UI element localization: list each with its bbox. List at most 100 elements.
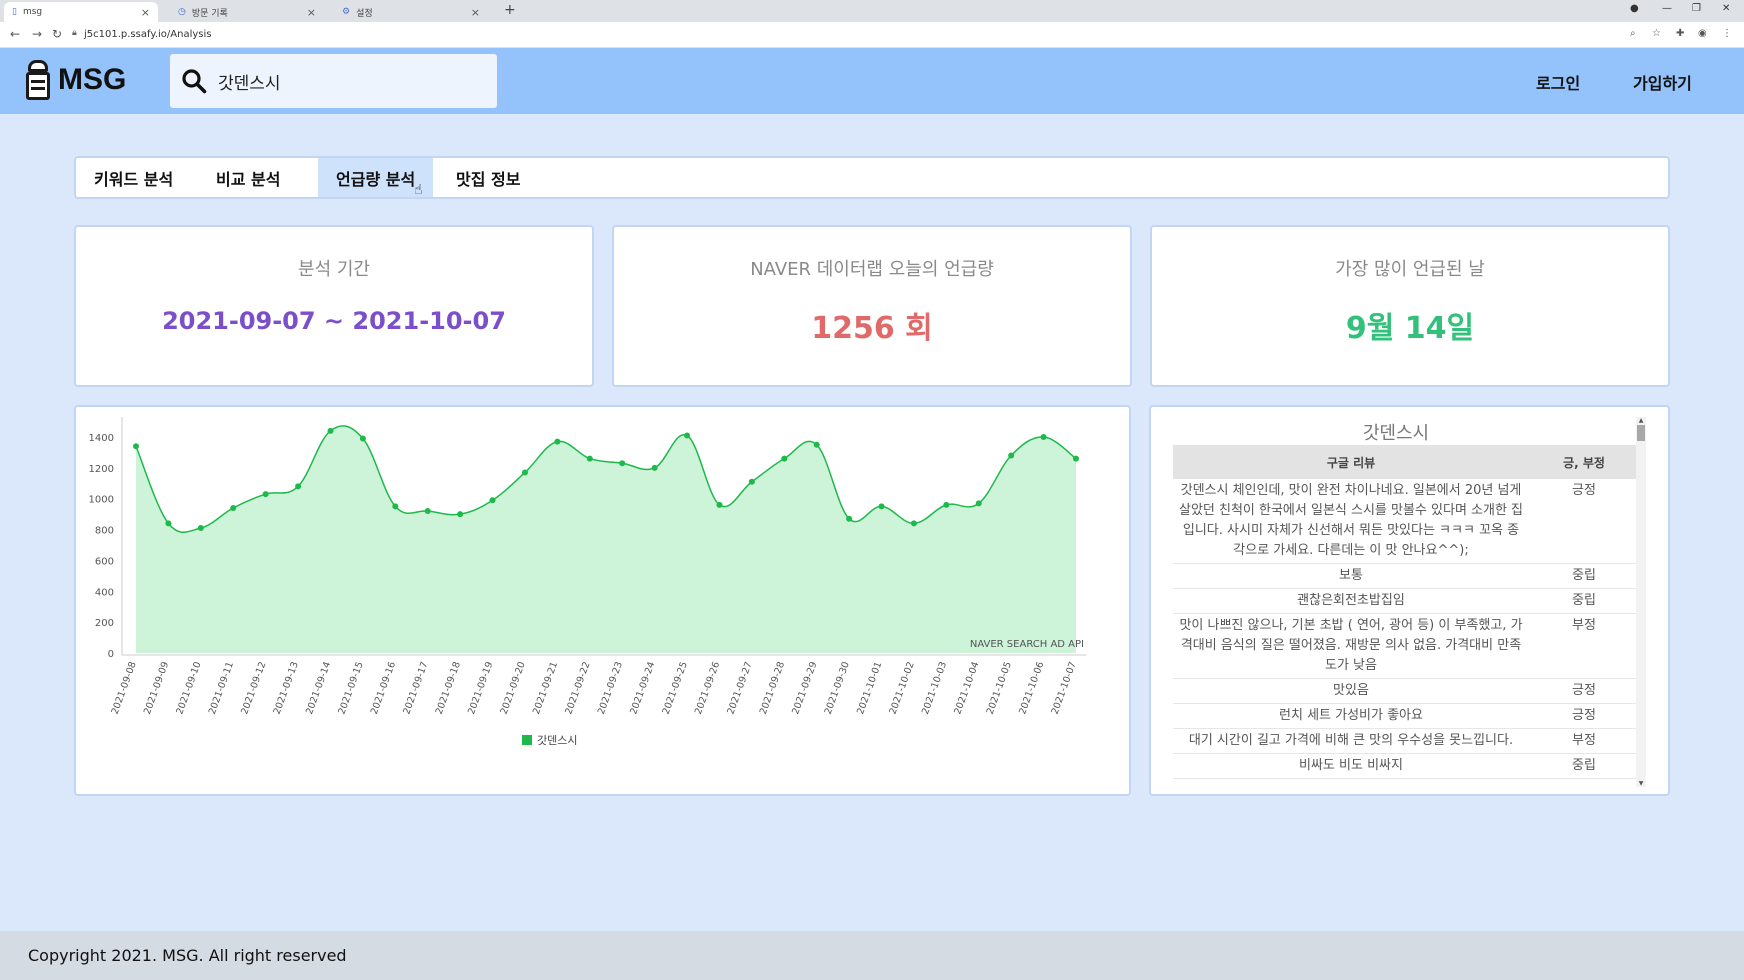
- data-point: [1008, 452, 1015, 459]
- sentiment-label: 긍정: [1529, 479, 1639, 564]
- x-tick-label: 2021-09-13: [272, 660, 301, 716]
- legend-swatch: [522, 735, 532, 745]
- data-point: [748, 478, 755, 485]
- sentiment-label: 긍정: [1529, 703, 1639, 729]
- review-row: 갓덴스시 체인인데, 맛이 완전 차이나네요. 일본에서 20년 넘게 살았던 …: [1173, 479, 1639, 564]
- data-point: [392, 503, 399, 510]
- account-icon[interactable]: ◉: [1698, 28, 1707, 39]
- data-point: [684, 432, 691, 439]
- close-icon[interactable]: ×: [471, 6, 480, 19]
- y-tick-label: 600: [95, 556, 114, 567]
- review-table: 구글 리뷰 긍, 부정 갓덴스시 체인인데, 맛이 완전 차이나네요. 일본에서…: [1173, 445, 1639, 779]
- browser-tab-settings[interactable]: ⚙ 설정 ×: [334, 2, 488, 22]
- today-mention-title: NAVER 데이터랩 오늘의 언급량: [750, 259, 994, 280]
- tab-keyword-analysis[interactable]: 키워드 분석: [76, 158, 191, 197]
- menu-icon[interactable]: ⋮: [1722, 28, 1732, 39]
- browser-tab-history[interactable]: ◷ 방문 기록 ×: [170, 2, 324, 22]
- x-tick-label: 2021-10-01: [855, 660, 884, 716]
- tab-restaurant-info[interactable]: 맛집 정보: [438, 158, 538, 197]
- scrollbar-thumb[interactable]: [1637, 425, 1645, 441]
- login-link[interactable]: 로그인: [1536, 70, 1580, 94]
- data-point: [457, 511, 464, 518]
- analysis-tabs: 키워드 분석 비교 분석 언급량 분석 맛집 정보: [74, 156, 1670, 199]
- peak-day-card: 가장 많이 언급된 날 9월 14일: [1150, 225, 1670, 387]
- data-point: [781, 455, 788, 462]
- browser-tab-title: msg: [22, 7, 43, 17]
- review-row: 런치 세트 가성비가 좋아요 긍정: [1173, 703, 1639, 729]
- x-tick-label: 2021-09-17: [401, 660, 430, 716]
- sentiment-label: 긍정: [1529, 678, 1639, 704]
- star-icon[interactable]: ☆: [1652, 28, 1661, 39]
- review-scrollbar[interactable]: ▲ ▼: [1636, 417, 1646, 787]
- data-point: [521, 469, 528, 476]
- reload-icon[interactable]: ↻: [52, 27, 62, 41]
- zoom-icon[interactable]: ⌕: [1630, 28, 1636, 39]
- review-row: 괜찮은회전초밥집임 중립: [1173, 588, 1639, 614]
- period-card: 분석 기간 2021-09-07 ~ 2021-10-07: [74, 225, 594, 387]
- data-point: [586, 455, 593, 462]
- legend-label: 갓덴스시: [537, 734, 577, 747]
- data-point: [716, 501, 723, 508]
- page-icon: ▯: [12, 7, 17, 17]
- data-point: [295, 483, 302, 490]
- data-point: [554, 438, 561, 445]
- mention-area-chart: 02004006008001000120014002021-09-08 2021-…: [89, 417, 1086, 747]
- x-tick-label: 2021-09-16: [369, 660, 398, 716]
- data-point: [910, 520, 917, 527]
- restore-icon[interactable]: ❐: [1692, 3, 1701, 14]
- review-column-header: 구글 리뷰: [1173, 445, 1529, 479]
- x-tick-label: 2021-09-30: [823, 660, 852, 716]
- review-text: 갓덴스시 체인인데, 맛이 완전 차이나네요. 일본에서 20년 넘게 살았던 …: [1173, 479, 1529, 564]
- data-point: [165, 520, 172, 527]
- review-text: 대기 시간이 길고 가격에 비해 큰 맛의 우수성을 못느낍니다.: [1173, 728, 1529, 754]
- review-panel-title: 갓덴스시: [1362, 423, 1430, 444]
- address-bar: ← → ↻ 🔒︎ j5c101.p.ssafy.io/Analysis ⌕ ☆ …: [0, 22, 1744, 48]
- search-icon[interactable]: [170, 54, 218, 108]
- review-row: 대기 시간이 길고 가격에 비해 큰 맛의 우수성을 못느낍니다. 부정: [1173, 728, 1639, 754]
- x-tick-label: 2021-09-22: [563, 660, 592, 716]
- scroll-up-icon[interactable]: ▲: [1636, 417, 1646, 424]
- close-icon[interactable]: ×: [307, 6, 316, 19]
- x-tick-label: 2021-09-26: [693, 660, 722, 716]
- y-tick-label: 1200: [89, 464, 114, 475]
- lock-icon[interactable]: 🔒︎: [72, 28, 77, 38]
- browser-tab-msg[interactable]: ▯ msg ×: [4, 2, 158, 22]
- y-tick-label: 1400: [89, 433, 114, 444]
- scroll-down-icon[interactable]: ▼: [1636, 780, 1646, 787]
- x-tick-label: 2021-10-07: [1050, 660, 1079, 716]
- x-tick-label: 2021-09-21: [531, 660, 560, 716]
- x-tick-label: 2021-10-02: [888, 660, 917, 716]
- extensions-icon[interactable]: ✚: [1676, 28, 1684, 39]
- x-tick-label: 2021-09-27: [725, 660, 754, 716]
- data-point: [1073, 455, 1079, 462]
- review-row: 보통 중립: [1173, 563, 1639, 589]
- logo[interactable]: MSG: [26, 60, 126, 100]
- mention-chart-panel: 0 200 400 600 800 1000 1200 1400 2021-09-08 2021-…: [74, 405, 1131, 796]
- sentiment-label: 부정: [1529, 613, 1639, 679]
- profile-circle-icon[interactable]: ●: [1630, 3, 1639, 14]
- tab-comparison-analysis[interactable]: 비교 분석: [198, 158, 298, 197]
- back-icon[interactable]: ←: [10, 27, 20, 41]
- review-row: 맛있음 긍정: [1173, 678, 1639, 704]
- data-point: [197, 525, 204, 532]
- forward-icon[interactable]: →: [32, 27, 42, 41]
- window-close-icon[interactable]: ✕: [1722, 3, 1730, 14]
- x-tick-label: 2021-09-11: [207, 660, 236, 716]
- y-tick-label: 0: [108, 649, 114, 660]
- close-icon[interactable]: ×: [141, 6, 150, 19]
- signup-link[interactable]: 가입하기: [1633, 70, 1692, 94]
- x-tick-label: 2021-09-20: [499, 660, 528, 716]
- review-text: 맛있음: [1173, 678, 1529, 704]
- new-tab-button[interactable]: +: [504, 2, 516, 18]
- x-tick-label: 2021-09-29: [790, 660, 819, 716]
- url-field[interactable]: j5c101.p.ssafy.io/Analysis: [84, 29, 211, 40]
- review-text: 런치 세트 가성비가 좋아요: [1173, 703, 1529, 729]
- data-point: [489, 497, 496, 504]
- data-point: [943, 501, 950, 508]
- search-input[interactable]: [218, 71, 478, 91]
- hand-cursor-icon: ☝: [414, 182, 423, 198]
- minimize-icon[interactable]: —: [1662, 3, 1672, 14]
- review-text: 보통: [1173, 563, 1529, 589]
- sentiment-label: 중립: [1529, 563, 1639, 589]
- search-box: [170, 54, 497, 108]
